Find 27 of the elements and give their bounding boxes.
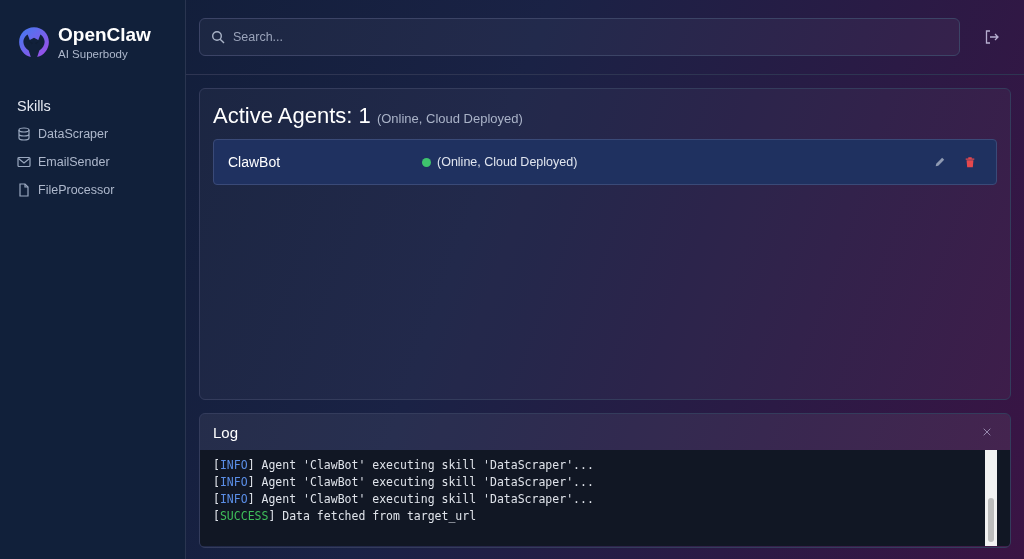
log-line: [SUCCESS] Data fetched from target_url bbox=[213, 508, 478, 525]
log-line: [INFO] Agent 'ClawBot' executing skill 'DataScraper'... bbox=[213, 474, 595, 491]
mail-icon bbox=[17, 155, 31, 169]
scrollbar[interactable] bbox=[985, 450, 997, 546]
sidebar-item[interactable]: EmailSender bbox=[17, 148, 185, 176]
app-name: OpenClaw bbox=[58, 24, 151, 46]
sidebar-item[interactable]: DataScraper bbox=[17, 120, 185, 148]
file-icon bbox=[17, 183, 31, 197]
log-line: [INFO] Agent 'ClawBot' executing skill 'DataScraper'... bbox=[213, 457, 595, 474]
sidebar-item[interactable]: FileProcessor bbox=[17, 176, 185, 204]
logo-icon bbox=[17, 25, 51, 59]
agent-status: (Online, Cloud Deployed) bbox=[437, 155, 579, 169]
search-field[interactable]: Search... bbox=[199, 18, 960, 56]
logout-icon bbox=[984, 29, 1000, 45]
app-tagline: AI Superbody bbox=[58, 48, 129, 60]
trash-icon bbox=[964, 155, 976, 169]
log-line: [INFO] Agent 'ClawBot' executing skill 'DataScraper'... bbox=[213, 491, 595, 508]
search-icon bbox=[211, 30, 225, 44]
agent-name: ClawBot bbox=[228, 154, 282, 170]
panel-title: Log bbox=[213, 423, 239, 441]
database-icon bbox=[17, 127, 31, 141]
pencil-icon bbox=[934, 155, 946, 169]
panel-subtitle: (Online, Cloud Deployed) bbox=[376, 111, 523, 126]
close-icon bbox=[983, 426, 991, 438]
agent-row[interactable]: ClawBot (Online, Cloud Deployed) bbox=[213, 139, 997, 185]
panel-title: Active Agents: 1 bbox=[213, 103, 371, 128]
section-heading: Skills bbox=[17, 98, 52, 114]
